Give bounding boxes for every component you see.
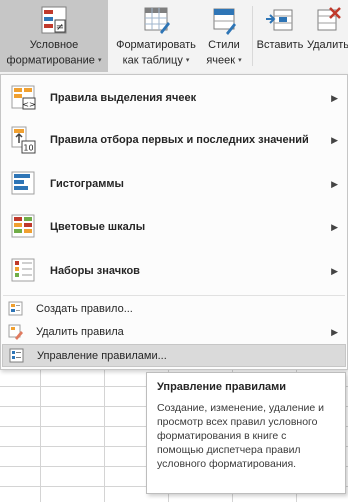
menu-item-label: Правила выделения ячеек xyxy=(50,92,197,104)
menu-item-label: Правила отбора первых и последних значен… xyxy=(50,134,309,146)
conditional-formatting-label-2: форматирование xyxy=(6,54,95,67)
submenu-arrow-icon: ▶ xyxy=(331,221,338,232)
data-bars-icon xyxy=(11,170,37,198)
format-as-table-label-2: как таблицу xyxy=(122,54,183,67)
top-bottom-rules-icon: 10 xyxy=(11,125,37,154)
format-as-table-icon xyxy=(140,4,172,36)
manage-rules-tooltip: Управление правилами Создание, изменение… xyxy=(146,372,346,494)
delete-button[interactable]: Удалить xyxy=(306,0,348,72)
menu-item-label: Создать правило... xyxy=(36,303,133,315)
tooltip-title: Управление правилами xyxy=(157,381,287,393)
submenu-arrow-icon: ▶ xyxy=(331,326,338,337)
ribbon-group-separator xyxy=(252,6,253,66)
insert-button[interactable]: Вставить xyxy=(254,0,306,72)
cell-styles-label-row: ячеек ▾ xyxy=(206,53,241,68)
top-bottom-icon-number: 10 xyxy=(23,144,33,153)
svg-text:≠: ≠ xyxy=(56,22,64,33)
menu-item-highlight-cells-rules[interactable]: <> Правила выделения ячеек ▶ xyxy=(2,77,346,119)
cell-styles-icon xyxy=(208,4,240,36)
menu-item-label: Цветовые шкалы xyxy=(50,221,146,233)
menu-item-color-scales[interactable]: Цветовые шкалы ▶ xyxy=(2,206,346,248)
highlight-rules-icon: <> xyxy=(11,84,37,112)
format-as-table-button[interactable]: Форматировать как таблицу ▾ xyxy=(110,0,202,72)
menu-item-label: Наборы значков xyxy=(50,265,140,277)
conditional-formatting-button[interactable]: ≠ Условное форматирование ▾ xyxy=(0,0,108,72)
cell-styles-label-1: Стили xyxy=(208,39,240,51)
submenu-arrow-icon: ▶ xyxy=(331,92,338,103)
format-as-table-label-1: Форматировать xyxy=(116,39,196,51)
conditional-formatting-label-row: форматирование ▾ xyxy=(7,53,102,68)
new-rule-icon xyxy=(8,301,24,317)
cell-styles-button[interactable]: Стили ячеек ▾ xyxy=(200,0,248,72)
delete-cells-icon xyxy=(312,4,344,36)
insert-label: Вставить xyxy=(256,39,304,51)
insert-cells-icon xyxy=(264,4,296,36)
color-scales-icon xyxy=(11,213,37,241)
svg-text:<>: <> xyxy=(22,100,35,109)
submenu-arrow-icon: ▶ xyxy=(331,134,338,145)
menu-separator xyxy=(3,295,345,296)
chevron-down-icon: ▾ xyxy=(185,57,190,64)
menu-item-icon-sets[interactable]: Наборы значков ▶ xyxy=(2,250,346,292)
ribbon: ≠ Условное форматирование ▾ Форматироват… xyxy=(0,0,348,80)
icon-sets-icon xyxy=(11,257,37,285)
menu-item-new-rule[interactable]: Создать правило... xyxy=(2,298,346,320)
conditional-formatting-menu: <> Правила выделения ячеек ▶ 10 Правила … xyxy=(0,74,348,370)
menu-item-label: Управление правилами... xyxy=(37,349,167,362)
menu-item-label: Гистограммы xyxy=(50,178,124,190)
conditional-formatting-icon: ≠ xyxy=(38,4,70,36)
submenu-arrow-icon: ▶ xyxy=(331,178,338,189)
clear-rules-icon xyxy=(8,324,24,340)
tooltip-body: Создание, изменение, удаление и просмотр… xyxy=(157,402,325,470)
conditional-formatting-label-1: Условное xyxy=(29,39,79,51)
manage-rules-icon xyxy=(9,348,25,364)
format-as-table-label-row: как таблицу ▾ xyxy=(123,53,190,68)
menu-item-data-bars[interactable]: Гистограммы ▶ xyxy=(2,163,346,205)
menu-item-manage-rules[interactable]: Управление правилами... xyxy=(2,344,346,367)
submenu-arrow-icon: ▶ xyxy=(331,265,338,276)
menu-item-label: Удалить правила xyxy=(36,326,124,338)
chevron-down-icon: ▾ xyxy=(238,57,242,64)
menu-item-clear-rules[interactable]: Удалить правила ▶ xyxy=(2,321,346,343)
delete-label: Удалить xyxy=(307,39,348,51)
menu-item-top-bottom-rules[interactable]: 10 Правила отбора первых и последних зна… xyxy=(2,119,346,161)
chevron-down-icon: ▾ xyxy=(97,57,102,64)
cell-styles-label-2: ячеек xyxy=(206,54,236,67)
